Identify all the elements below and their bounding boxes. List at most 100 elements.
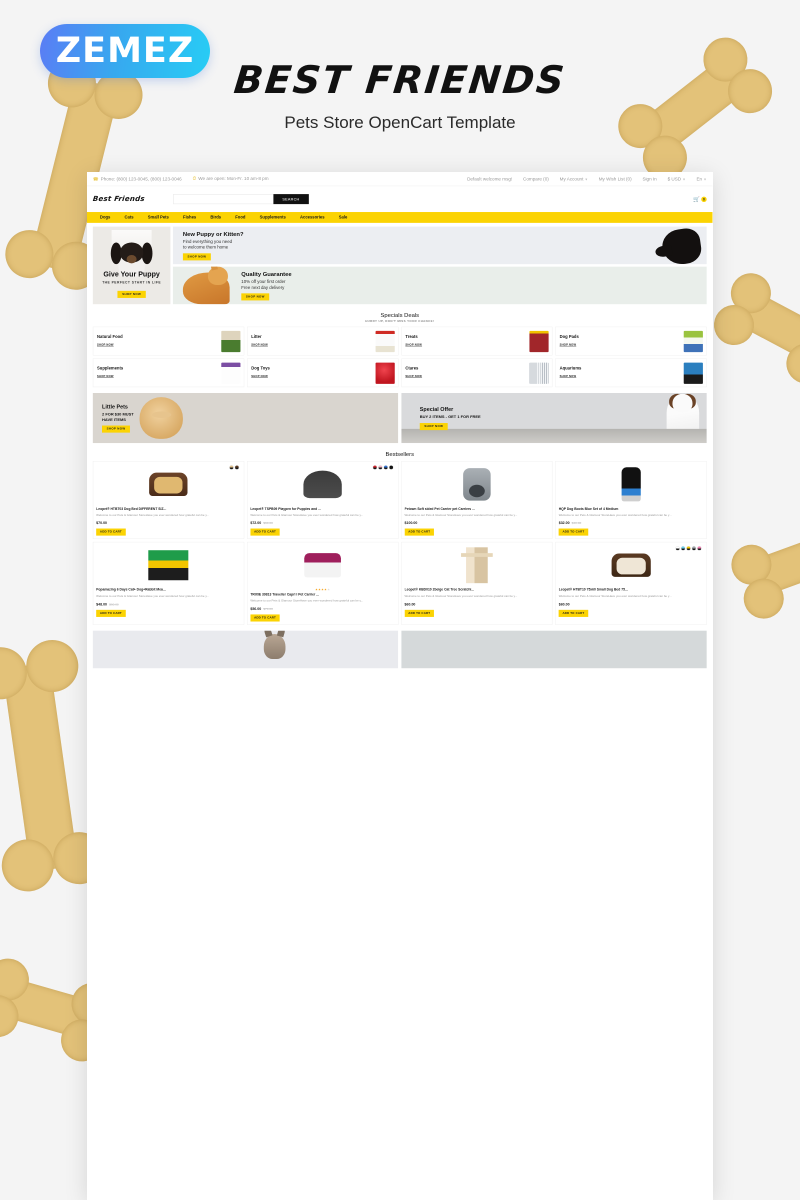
add-to-cart-button[interactable]: ADD TO CART xyxy=(404,528,434,536)
phone-icon: ☎ xyxy=(92,176,99,182)
add-to-cart-button[interactable]: ADD TO CART xyxy=(96,609,126,617)
search-input[interactable] xyxy=(173,194,274,205)
category-card[interactable]: Dog Toys SHOP NOW xyxy=(247,358,399,388)
product-card[interactable]: Leopet® TSPB09 Playpen for Puppies and .… xyxy=(247,460,399,540)
search-button[interactable]: SEARCH xyxy=(273,194,309,205)
product-name[interactable]: Leopet® HTBT03 Dog Bed DIFFERENT SIZ... xyxy=(96,507,241,512)
category-shop-now-link[interactable]: SHOP NOW xyxy=(251,375,268,378)
color-swatch-icon[interactable] xyxy=(234,465,240,470)
promo-right-cta[interactable]: SHOP NOW xyxy=(419,422,448,430)
add-to-cart-button[interactable]: ADD TO CART xyxy=(250,528,280,536)
promo-left-cta[interactable]: SHOP NOW xyxy=(102,425,131,433)
product-card[interactable]: HQP Dog Boots Blue Set of 4 Medium Welcom… xyxy=(555,460,707,540)
category-shop-now-link[interactable]: SHOP NOW xyxy=(405,343,422,346)
hero-left-subtitle: THE PERFECT START IN LIFE xyxy=(102,280,162,285)
category-card[interactable]: Natural Food SHOP NOW xyxy=(92,326,245,356)
color-swatch-icon[interactable] xyxy=(686,546,691,551)
product-description: Welcome to our Pets & Glamour StoreHave … xyxy=(96,513,209,517)
color-swatch-icon[interactable] xyxy=(675,546,680,551)
color-swatch-icon[interactable] xyxy=(697,546,702,551)
product-name[interactable]: HQP Dog Boots Blue Set of 4 Medium xyxy=(559,507,704,512)
hero-banner-new-puppy[interactable]: New Puppy or Kitten? Find everything you… xyxy=(172,226,707,265)
product-description: Welcome to our Pets & Glamour StoreHave … xyxy=(250,513,364,517)
puppy-snout-icon xyxy=(126,254,137,264)
category-card[interactable]: Treats SHOP NOW xyxy=(401,326,553,356)
nav-item-birds[interactable]: Birds xyxy=(203,215,228,220)
nav-item-supplements[interactable]: Supplements xyxy=(253,215,293,220)
category-shop-now-link[interactable]: SHOP NOW xyxy=(97,343,114,346)
add-to-cart-button[interactable]: ADD TO CART xyxy=(404,609,434,617)
category-card[interactable]: Ctares SHOP NOW xyxy=(401,358,553,388)
product-card[interactable]: Popamazing 6 Days Cat+ Dog+Rabbit Mea...… xyxy=(92,542,245,625)
product-old-price: $60.00 xyxy=(109,602,119,606)
search-form: SEARCH xyxy=(173,194,309,205)
color-swatch-icon[interactable] xyxy=(388,465,394,470)
color-swatch-icon[interactable] xyxy=(372,465,378,470)
category-shop-now-link[interactable]: SHOP NOW xyxy=(251,343,268,346)
promo-little-pets[interactable]: Little Pets 2 FOR $30 MUST HAVE ITEMS SH… xyxy=(92,393,399,444)
add-to-cart-button[interactable]: ADD TO CART xyxy=(558,528,589,536)
language-selector[interactable]: En▼ xyxy=(696,176,706,181)
product-card[interactable]: ★★★★★ TRIXIE 39813 Traveller Capri I Pet … xyxy=(247,542,399,625)
category-shop-now-link[interactable]: SHOP NOW xyxy=(560,375,577,378)
category-shop-now-link[interactable]: SHOP NOW xyxy=(405,375,422,378)
banner2-cta[interactable]: SHOP NOW xyxy=(241,293,270,301)
color-swatch-icon[interactable] xyxy=(377,465,383,470)
product-old-price: $70.00 xyxy=(263,606,273,611)
category-card[interactable]: Dog Pads SHOP NOW xyxy=(555,326,707,356)
site-logo[interactable]: Best Friends xyxy=(92,195,145,203)
hero-left-banner[interactable]: Give Your Puppy THE PERFECT START IN LIF… xyxy=(92,226,171,305)
compare-link[interactable]: Compare (0) xyxy=(523,176,549,181)
category-card-title: Dog Pads xyxy=(559,334,579,340)
nav-item-fishes[interactable]: Fishes xyxy=(176,215,203,220)
bottom-banner-right[interactable] xyxy=(401,630,707,669)
add-to-cart-button[interactable]: ADD TO CART xyxy=(558,609,589,617)
cart-count-badge: 0 xyxy=(701,196,707,202)
product-card[interactable]: Petown Soft sided Pet Carrier pet Carrie… xyxy=(401,460,553,540)
product-image xyxy=(250,545,395,585)
banner1-line2: to welcome them home xyxy=(182,244,229,250)
product-name[interactable]: Popamazing 6 Days Cat+ Dog+Rabbit Mea... xyxy=(96,588,241,593)
nav-item-small-pets[interactable]: Small Pets xyxy=(141,215,176,220)
signin-link[interactable]: Sign In xyxy=(642,176,656,181)
category-card[interactable]: Litter SHOP NOW xyxy=(247,326,399,356)
currency-selector[interactable]: $ USD▼ xyxy=(668,176,686,181)
product-name[interactable]: Petown Soft sided Pet Carrier pet Carrie… xyxy=(405,507,550,512)
hero-banner-quality-guarantee[interactable]: Quality Guarantee 10% off your first ord… xyxy=(172,266,707,305)
cart-widget[interactable]: 🛒 0 xyxy=(693,196,707,203)
add-to-cart-button[interactable]: ADD TO CART xyxy=(96,528,126,536)
nav-item-food[interactable]: Food xyxy=(228,215,252,220)
banner1-cta[interactable]: SHOP NOW xyxy=(182,253,211,261)
product-name[interactable]: Leopet® KBD010 2beige Cat Tree Scratchi.… xyxy=(405,588,550,593)
hero-left-cta[interactable]: SHOP NOW xyxy=(117,290,146,298)
product-card[interactable]: Leopet® HTBT10 75x60 Small Dog Bed 75...… xyxy=(555,542,707,625)
nav-item-sale[interactable]: Sale xyxy=(332,215,355,220)
product-name[interactable]: Leopet® TSPB09 Playpen for Puppies and .… xyxy=(250,507,395,512)
add-to-cart-button[interactable]: ADD TO CART xyxy=(250,614,280,622)
product-card[interactable]: Leopet® HTBT03 Dog Bed DIFFERENT SIZ... W… xyxy=(92,460,245,540)
color-swatch-icon[interactable] xyxy=(680,546,686,551)
color-swatch-icon[interactable] xyxy=(383,465,388,470)
category-shop-now-link[interactable]: SHOP NOW xyxy=(97,375,114,378)
chevron-down-icon: ▼ xyxy=(584,177,588,181)
nav-item-dogs[interactable]: Dogs xyxy=(93,215,118,220)
promo-title: BEST FRIENDS xyxy=(231,58,569,102)
promo-left-line2: HAVE ITEMS xyxy=(102,417,126,423)
category-card[interactable]: Aquariums SHOP NOW xyxy=(555,358,707,388)
product-photo xyxy=(611,553,651,578)
product-name[interactable]: Leopet® HTBT10 75x60 Small Dog Bed 75... xyxy=(559,588,704,593)
nav-item-accessories[interactable]: Accessories xyxy=(293,215,332,220)
wishlist-link[interactable]: My Wish List (0) xyxy=(599,176,632,181)
promo-special-offer[interactable]: Special Offer BUY 2 ITEMS - GET 1 FOR FR… xyxy=(401,393,707,444)
color-swatch-icon[interactable] xyxy=(229,465,234,470)
bottom-banner-left[interactable] xyxy=(92,630,399,669)
color-swatch-icon[interactable] xyxy=(691,546,697,551)
nav-item-cats[interactable]: Cats xyxy=(117,215,140,220)
category-shop-now-link[interactable]: SHOP NOW xyxy=(560,343,577,346)
category-card-title: Aquariums xyxy=(559,366,582,372)
my-account-menu[interactable]: My Account▼ xyxy=(560,176,588,181)
product-name[interactable]: TRIXIE 39813 Traveller Capri I Pet Carri… xyxy=(250,592,395,597)
category-card[interactable]: Supplements SHOP NOW xyxy=(92,358,245,388)
product-card[interactable]: Leopet® KBD010 2beige Cat Tree Scratchi.… xyxy=(401,542,553,625)
chevron-down-icon: ▼ xyxy=(682,177,686,181)
